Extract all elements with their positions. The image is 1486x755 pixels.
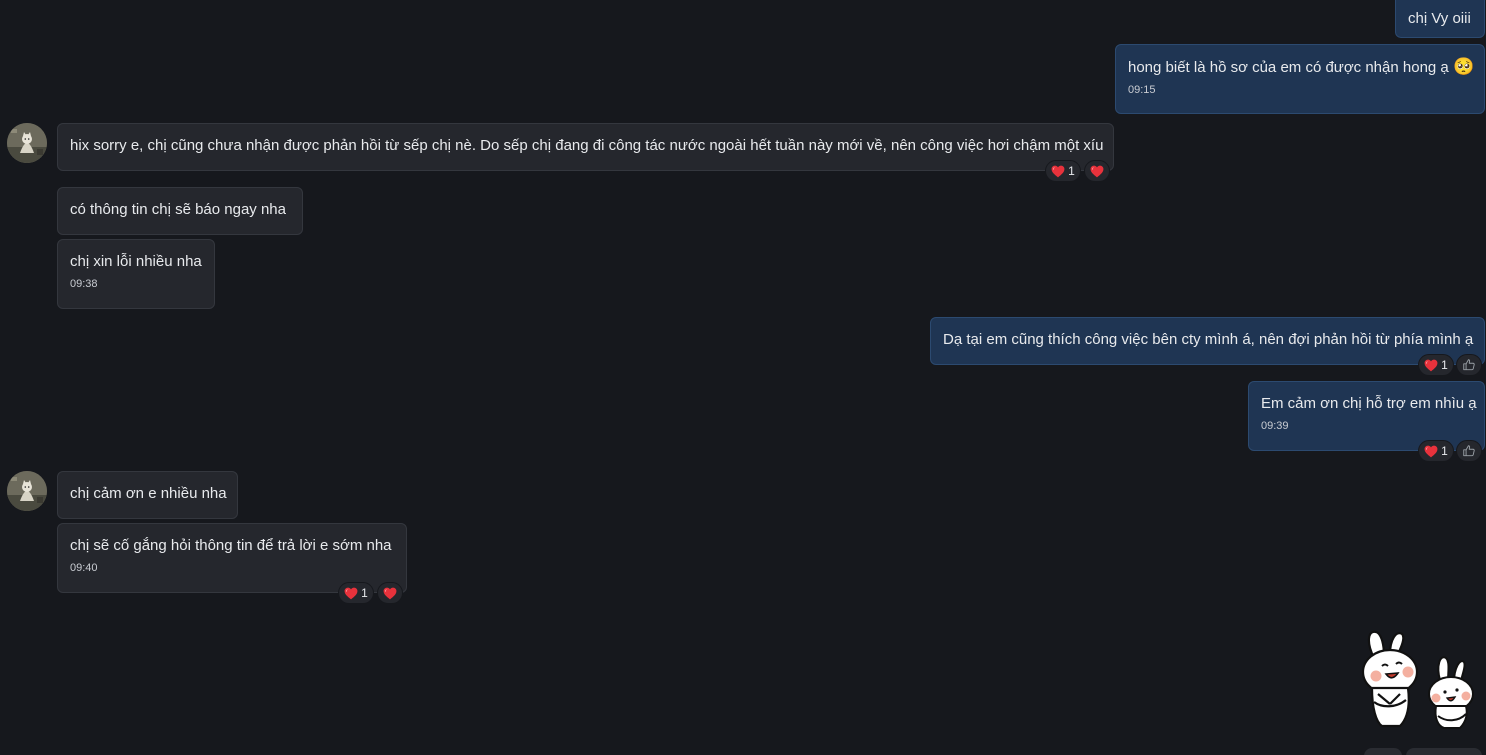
reaction-badge[interactable]: 1	[1045, 160, 1081, 182]
reaction-count: 1	[1068, 164, 1075, 178]
message-incoming[interactable]: hix sorry e, chị cũng chưa nhận được phả…	[57, 123, 1114, 171]
thumbs-up-icon	[1462, 358, 1476, 372]
reaction-badge[interactable]: 1	[1418, 440, 1454, 462]
reaction-badge[interactable]: 1	[1418, 354, 1454, 376]
message-time: 09:15	[1128, 84, 1156, 96]
message-text: Em cảm ơn chị hỗ trợ em nhìu ạ	[1261, 395, 1477, 412]
message-text: hong biết là hồ sơ của em có được nhận h…	[1128, 59, 1449, 76]
message-time: 09:40	[70, 562, 98, 574]
thumbs-up-icon	[1462, 444, 1476, 458]
message-text: Dạ tại em cũng thích công việc bên cty m…	[943, 331, 1474, 348]
message-text: có thông tin chị sẽ báo ngay nha	[70, 201, 286, 218]
message-text: chị cảm ơn e nhiều nha	[70, 485, 227, 502]
heart-icon	[1090, 165, 1104, 178]
message-outgoing[interactable]: Dạ tại em cũng thích công việc bên cty m…	[930, 317, 1485, 365]
contact-avatar[interactable]	[7, 471, 47, 511]
avatar-image	[7, 123, 47, 163]
avatar-image	[7, 471, 47, 511]
message-outgoing[interactable]: Em cảm ơn chị hỗ trợ em nhìu ạ 09:39	[1248, 381, 1485, 451]
heart-icon	[1424, 445, 1438, 458]
heart-icon	[1424, 359, 1438, 372]
message-text: chị xin lỗi nhiều nha	[70, 253, 202, 270]
message-text: chị sẽ cố gắng hỏi thông tin để trả lời …	[70, 537, 392, 554]
add-reaction-button[interactable]	[1084, 160, 1110, 182]
heart-icon	[383, 587, 397, 600]
add-reaction-button[interactable]	[1456, 440, 1482, 462]
chat-thread: chị Vy oiii hong biết là hồ sơ của em có…	[0, 0, 1486, 755]
message-time: 09:39	[1261, 420, 1289, 432]
pleading-emoji: 🥺	[1452, 57, 1475, 76]
reaction-count: 1	[1441, 444, 1448, 458]
message-time: 09:38	[70, 278, 98, 290]
message-incoming[interactable]: có thông tin chị sẽ báo ngay nha	[57, 187, 303, 235]
message-text: chị Vy oiii	[1408, 10, 1471, 27]
message-outgoing[interactable]: chị Vy oiii	[1395, 0, 1485, 38]
message-incoming[interactable]: chị xin lỗi nhiều nha 09:38	[57, 239, 215, 309]
heart-icon	[344, 587, 358, 600]
reaction-count: 1	[361, 586, 368, 600]
sticker-action-button[interactable]	[1364, 748, 1402, 755]
add-reaction-button[interactable]	[377, 582, 403, 604]
message-outgoing[interactable]: hong biết là hồ sơ của em có được nhận h…	[1115, 44, 1485, 114]
bunny-large	[1361, 630, 1419, 728]
bunny-sticker[interactable]	[1356, 628, 1482, 732]
reaction-count: 1	[1441, 358, 1448, 372]
message-text-row: hong biết là hồ sơ của em có được nhận h…	[1128, 45, 1475, 78]
reaction-badge[interactable]: 1	[338, 582, 374, 604]
message-incoming[interactable]: chị cảm ơn e nhiều nha	[57, 471, 238, 519]
heart-icon	[1051, 165, 1065, 178]
sticker-action-button[interactable]	[1406, 748, 1482, 755]
add-reaction-button[interactable]	[1456, 354, 1482, 376]
contact-avatar[interactable]	[7, 123, 47, 163]
message-text: hix sorry e, chị cũng chưa nhận được phả…	[70, 137, 1104, 154]
